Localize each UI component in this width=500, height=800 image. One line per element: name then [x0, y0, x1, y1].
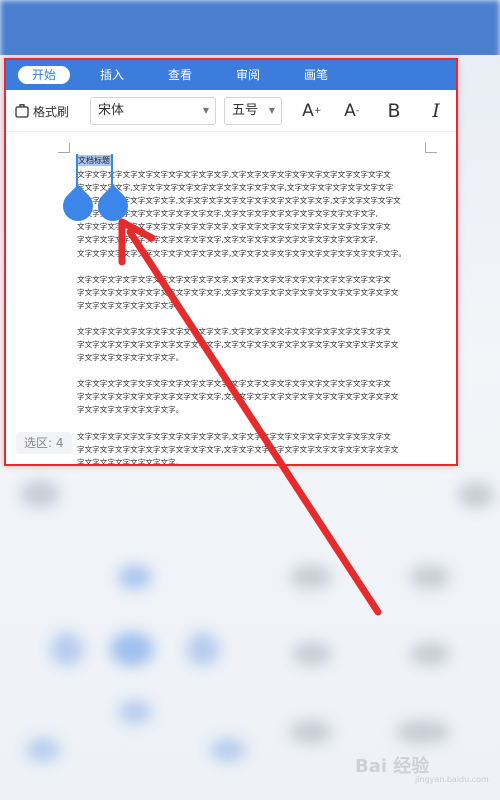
baidu-watermark-url: jingyan.baidu.com — [415, 775, 489, 784]
annotation-arrow — [118, 218, 382, 616]
